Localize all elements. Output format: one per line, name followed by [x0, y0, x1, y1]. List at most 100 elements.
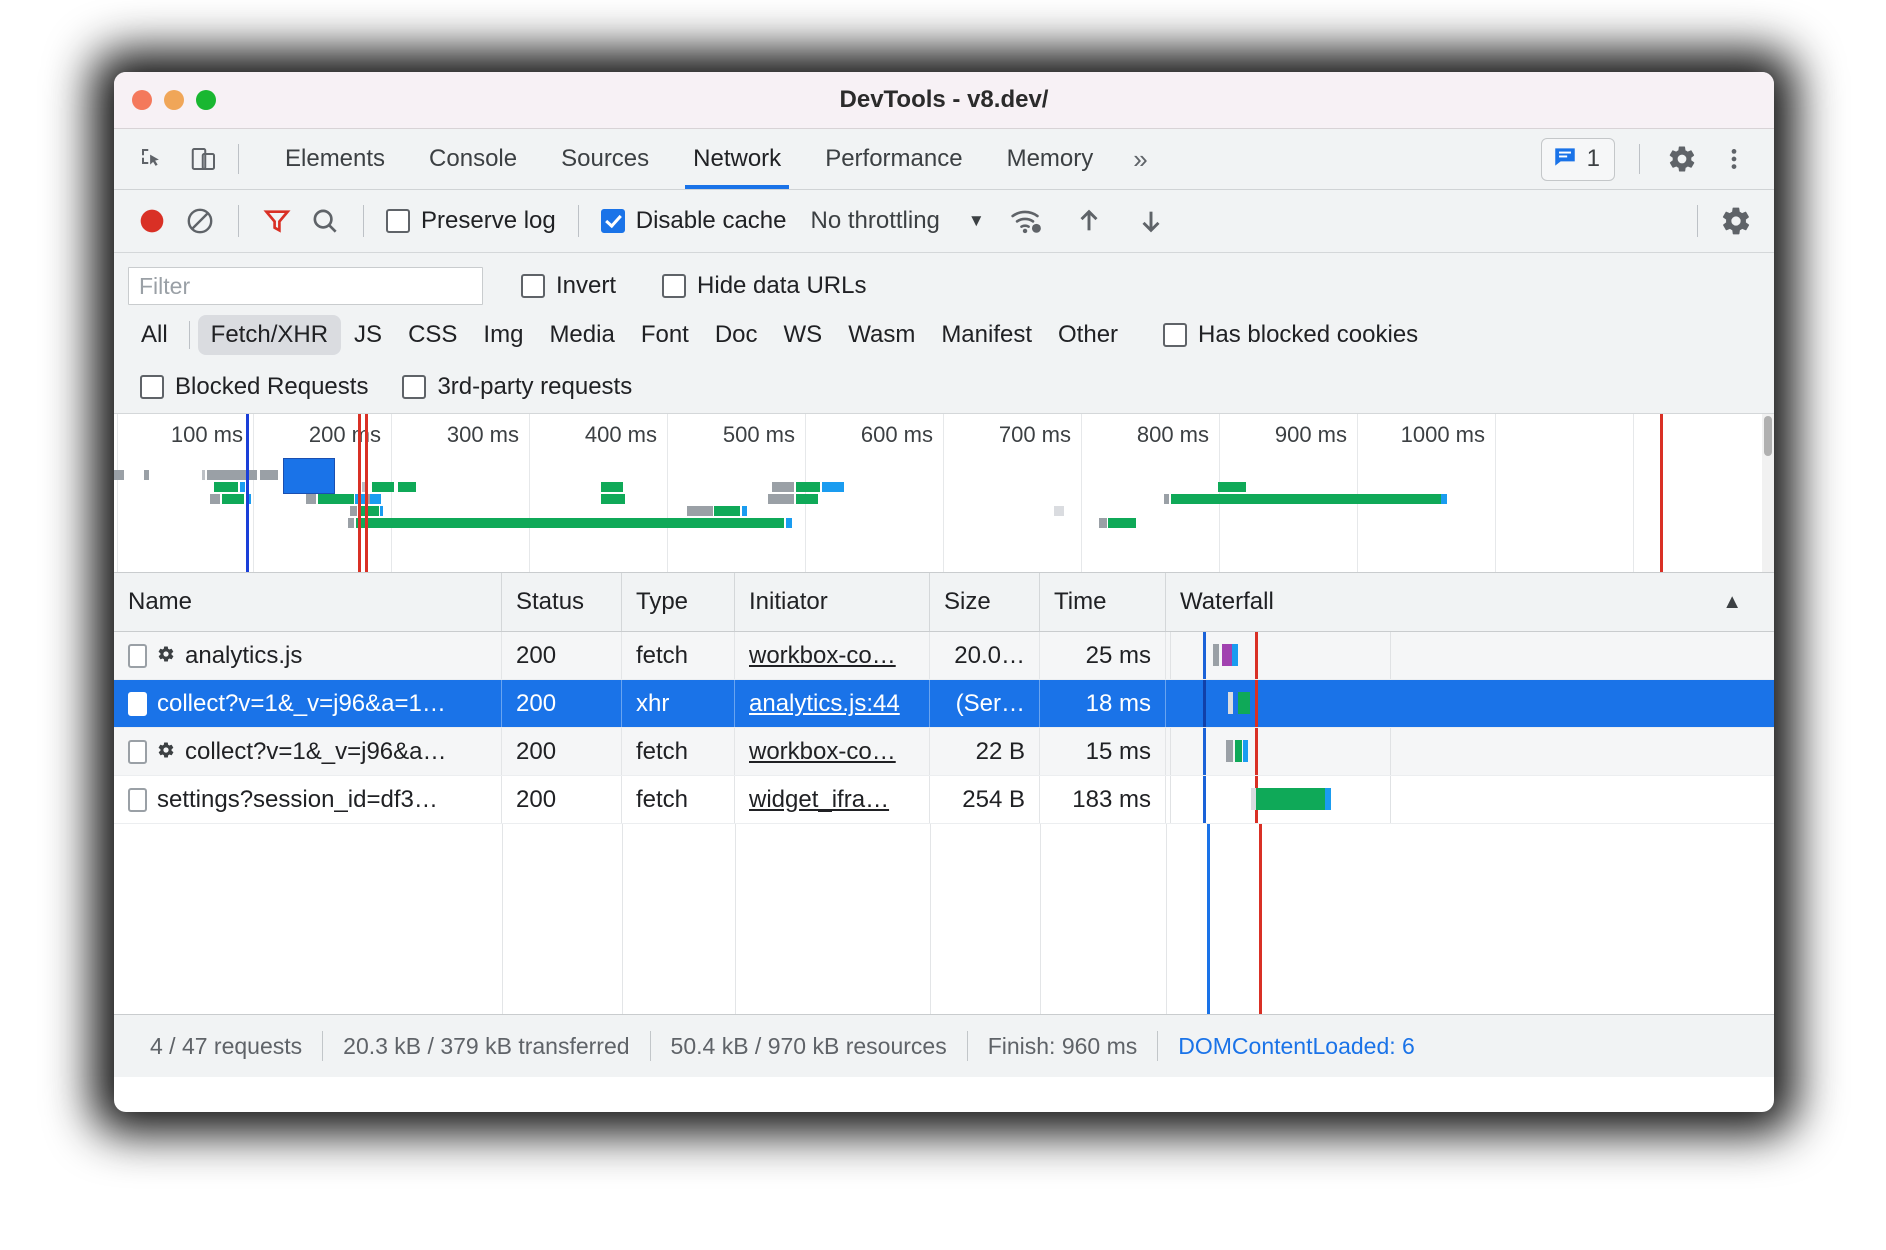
preserve-log-checkbox[interactable]: Preserve log: [386, 207, 556, 235]
row-checkbox[interactable]: [128, 692, 147, 716]
cell-size: 254 B: [930, 776, 1040, 823]
tab-performance[interactable]: Performance: [803, 129, 984, 189]
filter-type-ws[interactable]: WS: [771, 315, 836, 355]
tab-label: Console: [429, 145, 517, 173]
window-title: DevTools - v8.dev/: [114, 86, 1774, 114]
cell-name[interactable]: settings?session_id=df3…: [114, 776, 502, 823]
cell-initiator[interactable]: workbox-co…: [735, 728, 930, 775]
cell-type: fetch: [622, 728, 735, 775]
export-har-download-icon[interactable]: [1127, 197, 1175, 245]
blocked-requests-checkbox[interactable]: Blocked Requests: [140, 373, 368, 401]
filter-type-fetch-xhr[interactable]: Fetch/XHR: [198, 315, 341, 355]
status-domcontentloaded: DOMContentLoaded: 6: [1158, 1033, 1435, 1060]
row-checkbox[interactable]: [128, 740, 147, 764]
filter-type-img[interactable]: Img: [470, 315, 536, 355]
table-header-row: Name Status Type Initiator Size Time Wat…: [114, 573, 1774, 632]
filter-type-wasm[interactable]: Wasm: [835, 315, 928, 355]
filter-type-doc[interactable]: Doc: [702, 315, 771, 355]
cell-initiator[interactable]: widget_ifra…: [735, 776, 930, 823]
gear-icon: [157, 642, 175, 670]
cell-initiator[interactable]: workbox-co…: [735, 632, 930, 679]
overview-tick-800: 800 ms: [1137, 422, 1219, 448]
checkbox-box: [521, 274, 545, 298]
has-blocked-cookies-label: Has blocked cookies: [1198, 321, 1418, 349]
checkbox-box: [386, 209, 410, 233]
finish-line: [1660, 414, 1663, 572]
disable-cache-label: Disable cache: [636, 207, 787, 235]
table-row[interactable]: analytics.js 200 fetch workbox-co… 20.0……: [114, 632, 1774, 680]
column-header-time[interactable]: Time: [1040, 573, 1166, 631]
inspect-element-icon[interactable]: [130, 137, 174, 181]
filter-type-css[interactable]: CSS: [395, 315, 470, 355]
initiator-link[interactable]: analytics.js:44: [749, 690, 900, 718]
cell-name[interactable]: collect?v=1&_v=j96&a=1…: [114, 680, 502, 727]
filter-type-manifest[interactable]: Manifest: [928, 315, 1045, 355]
tab-sources[interactable]: Sources: [539, 129, 671, 189]
tab-memory[interactable]: Memory: [985, 129, 1116, 189]
issues-badge[interactable]: 1: [1541, 138, 1615, 181]
tab-label: Performance: [825, 145, 962, 173]
import-har-upload-icon[interactable]: [1065, 197, 1113, 245]
has-blocked-cookies-checkbox[interactable]: Has blocked cookies: [1163, 321, 1418, 349]
column-header-size[interactable]: Size: [930, 573, 1040, 631]
column-header-initiator[interactable]: Initiator: [735, 573, 930, 631]
cell-waterfall: [1166, 632, 1774, 679]
filter-funnel-icon[interactable]: [253, 197, 301, 245]
overview-tick-1000: 1000 ms: [1401, 422, 1495, 448]
filter-type-all[interactable]: All: [128, 315, 181, 355]
devtools-window: DevTools - v8.dev/ El: [114, 72, 1774, 1112]
initiator-link[interactable]: workbox-co…: [749, 738, 896, 766]
third-party-requests-label: 3rd-party requests: [437, 373, 632, 401]
overview-scrollbar[interactable]: [1762, 414, 1774, 572]
filter-type-font[interactable]: Font: [628, 315, 702, 355]
load-event-line: [1259, 824, 1262, 1014]
cell-status: 200: [502, 680, 622, 727]
cell-name[interactable]: collect?v=1&_v=j96&a…: [114, 728, 502, 775]
third-party-requests-checkbox[interactable]: 3rd-party requests: [402, 373, 632, 401]
search-magnifier-icon[interactable]: [301, 197, 349, 245]
gear-icon[interactable]: [1712, 197, 1760, 245]
chevron-down-icon: ▼: [968, 211, 985, 231]
column-header-status[interactable]: Status: [502, 573, 622, 631]
initiator-link[interactable]: widget_ifra…: [749, 786, 889, 814]
more-tabs-icon[interactable]: »: [1115, 144, 1163, 175]
device-toolbar-icon[interactable]: [182, 137, 226, 181]
request-name: settings?session_id=df3…: [157, 786, 438, 814]
tab-elements[interactable]: Elements: [263, 129, 407, 189]
network-conditions-wifi-icon[interactable]: [1003, 197, 1051, 245]
overview-tick-300: 300 ms: [447, 422, 529, 448]
network-overview-timeline[interactable]: 100 ms 200 ms 300 ms 400 ms 500 ms 600 m…: [114, 414, 1774, 573]
load-event-line-2: [365, 414, 368, 572]
kebab-menu-icon[interactable]: [1712, 137, 1756, 181]
cell-name[interactable]: analytics.js: [114, 632, 502, 679]
table-row[interactable]: settings?session_id=df3… 200 fetch widge…: [114, 776, 1774, 824]
hide-data-urls-checkbox[interactable]: Hide data URLs: [662, 272, 866, 300]
column-header-name[interactable]: Name: [114, 573, 502, 631]
filter-type-other[interactable]: Other: [1045, 315, 1131, 355]
column-header-type[interactable]: Type: [622, 573, 735, 631]
clear-network-log-icon[interactable]: [176, 197, 224, 245]
filter-input[interactable]: Filter: [128, 267, 483, 305]
row-checkbox[interactable]: [128, 644, 147, 668]
disable-cache-checkbox[interactable]: Disable cache: [601, 207, 787, 235]
filter-type-js[interactable]: JS: [341, 315, 395, 355]
invert-checkbox[interactable]: Invert: [521, 272, 616, 300]
initiator-link[interactable]: workbox-co…: [749, 642, 896, 670]
cell-status: 200: [502, 728, 622, 775]
cell-time: 183 ms: [1040, 776, 1166, 823]
filter-type-media[interactable]: Media: [536, 315, 627, 355]
row-checkbox[interactable]: [128, 788, 147, 812]
tab-console[interactable]: Console: [407, 129, 539, 189]
cell-type: fetch: [622, 776, 735, 823]
filter-row-text: Filter Invert Hide data URLs: [128, 263, 1760, 309]
throttling-dropdown[interactable]: No throttling ▼: [810, 207, 984, 235]
table-row[interactable]: collect?v=1&_v=j96&a=1… 200 xhr analytic…: [114, 680, 1774, 728]
column-header-waterfall[interactable]: Waterfall ▲: [1166, 573, 1774, 631]
record-button-icon[interactable]: [128, 197, 176, 245]
table-row[interactable]: collect?v=1&_v=j96&a… 200 fetch workbox-…: [114, 728, 1774, 776]
filter-types-divider: [189, 321, 190, 349]
tab-network[interactable]: Network: [671, 129, 803, 189]
toolbar-divider-1: [238, 205, 239, 237]
cell-initiator[interactable]: analytics.js:44: [735, 680, 930, 727]
gear-icon[interactable]: [1660, 137, 1704, 181]
